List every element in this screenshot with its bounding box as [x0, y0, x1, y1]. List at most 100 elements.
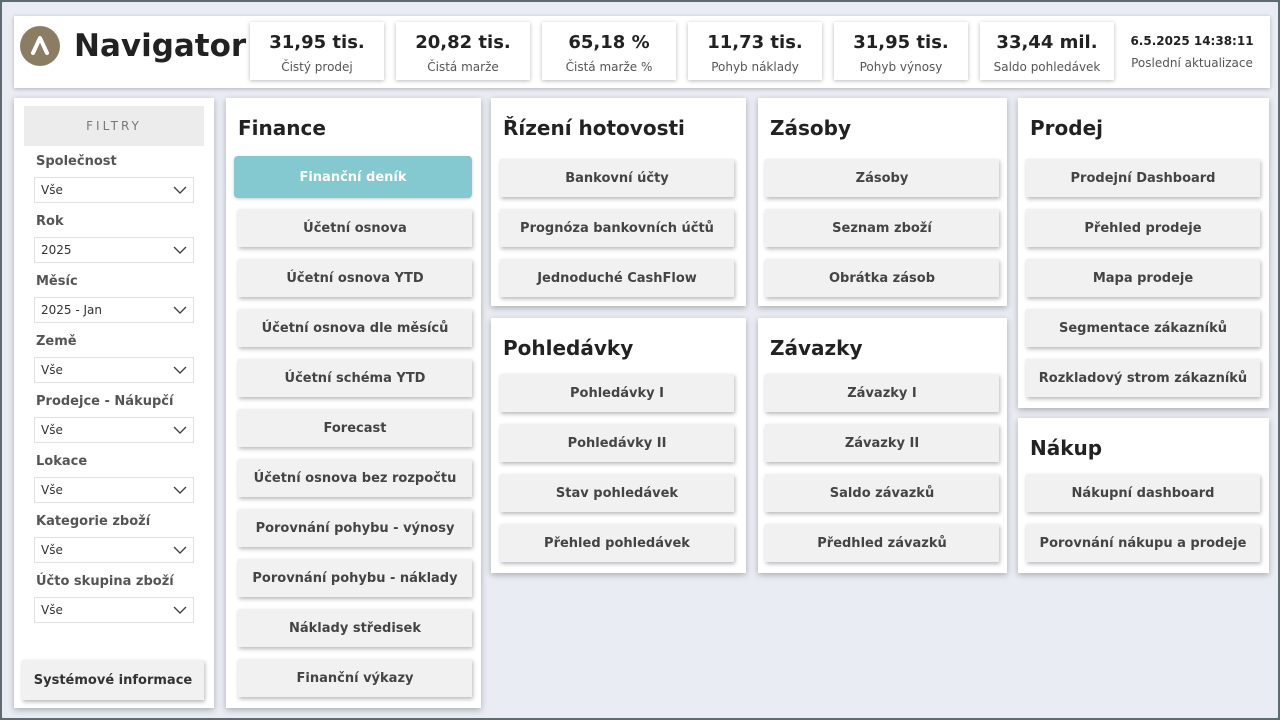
filter-label-year: Rok	[36, 214, 64, 229]
movement-revenue-button[interactable]: Porovnání pohybu - výnosy	[238, 509, 472, 547]
last-update-label: Poslední aktualizace	[1131, 56, 1253, 70]
kpi-label: Čistá marže %	[565, 60, 653, 74]
simple-cashflow-button[interactable]: Jednoduché CashFlow	[500, 259, 734, 297]
filters-panel: FILTRY Společnost Vše Rok 2025 Měsíc 202…	[14, 98, 214, 708]
forecast-button[interactable]: Forecast	[238, 409, 472, 447]
chart-of-accounts-no-budget-button[interactable]: Účetní osnova bez rozpočtu	[238, 459, 472, 497]
filter-value: Vše	[41, 543, 63, 557]
filter-select-year[interactable]: 2025	[34, 237, 194, 263]
kpi-card-net-margin: 20,82 tis. Čistá marže	[396, 22, 530, 80]
item-list-button[interactable]: Seznam zboží	[765, 209, 999, 247]
logo-icon	[20, 26, 60, 66]
filter-value: Vše	[41, 603, 63, 617]
app-title: Navigator	[74, 28, 247, 64]
movement-costs-button[interactable]: Porovnání pohybu - náklady	[238, 559, 472, 597]
accounting-scheme-ytd-button[interactable]: Účetní schéma YTD	[238, 359, 472, 397]
chevron-down-icon	[173, 186, 187, 194]
sales-overview-button[interactable]: Přehled prodeje	[1026, 209, 1260, 247]
kpi-label: Pohyb náklady	[711, 60, 799, 74]
kpi-label: Pohyb výnosy	[859, 60, 943, 74]
filter-label-location: Lokace	[36, 454, 88, 469]
bank-accounts-button[interactable]: Bankovní účty	[500, 159, 734, 197]
purchase-panel: Nákup Nákupní dashboard Porovnání nákupu…	[1018, 418, 1269, 573]
inventory-button[interactable]: Zásoby	[765, 159, 999, 197]
customer-segmentation-button[interactable]: Segmentace zákazníků	[1026, 309, 1260, 347]
financial-statements-button[interactable]: Finanční výkazy	[238, 659, 472, 697]
payables-2-button[interactable]: Závazky II	[765, 424, 999, 462]
kpi-value: 31,95 tis.	[269, 32, 365, 53]
app-canvas: Navigator 31,95 tis. Čistý prodej 20,82 …	[0, 0, 1280, 720]
inventory-turnover-button[interactable]: Obrátka zásob	[765, 259, 999, 297]
sales-dashboard-button[interactable]: Prodejní Dashboard	[1026, 159, 1260, 197]
filter-select-company[interactable]: Vše	[34, 177, 194, 203]
kpi-value: 65,18 %	[568, 32, 650, 53]
receivables-1-button[interactable]: Pohledávky I	[500, 374, 734, 412]
purchase-vs-sales-button[interactable]: Porovnání nákupu a prodeje	[1026, 524, 1260, 562]
cost-centers-button[interactable]: Náklady středisek	[238, 609, 472, 647]
receivables-overview-button[interactable]: Přehled pohledávek	[500, 524, 734, 562]
chevron-down-icon	[173, 426, 187, 434]
filter-value: 2025	[41, 243, 72, 257]
filter-select-country[interactable]: Vše	[34, 357, 194, 383]
customer-decomposition-tree-button[interactable]: Rozkladový strom zákazníků	[1026, 359, 1260, 397]
finance-title: Finance	[238, 116, 326, 140]
chart-of-accounts-monthly-button[interactable]: Účetní osnova dle měsíců	[238, 309, 472, 347]
filter-select-category[interactable]: Vše	[34, 537, 194, 563]
chevron-down-icon	[173, 366, 187, 374]
chevron-down-icon	[173, 246, 187, 254]
purchase-title: Nákup	[1030, 436, 1103, 460]
filter-label-month: Měsíc	[36, 274, 78, 289]
filter-value: Vše	[41, 483, 63, 497]
kpi-label: Saldo pohledávek	[993, 60, 1101, 74]
receivables-status-button[interactable]: Stav pohledávek	[500, 474, 734, 512]
filter-value: Vše	[41, 423, 63, 437]
finance-panel: Finance Finanční deník Účetní osnova Úče…	[226, 98, 481, 708]
payables-panel: Závazky Závazky I Závazky II Saldo závaz…	[758, 318, 1007, 573]
filter-select-account-group[interactable]: Vše	[34, 597, 194, 623]
purchase-dashboard-button[interactable]: Nákupní dashboard	[1026, 474, 1260, 512]
receivables-2-button[interactable]: Pohledávky II	[500, 424, 734, 462]
cash-title: Řízení hotovosti	[503, 116, 685, 140]
payables-balance-button[interactable]: Saldo závazků	[765, 474, 999, 512]
kpi-card-revenue-movement: 31,95 tis. Pohyb výnosy	[834, 22, 968, 80]
finance-journal-button[interactable]: Finanční deník	[234, 156, 472, 198]
chevron-down-icon	[173, 486, 187, 494]
chevron-down-icon	[173, 546, 187, 554]
payables-1-button[interactable]: Závazky I	[765, 374, 999, 412]
filter-select-month[interactable]: 2025 - Jan	[34, 297, 194, 323]
chart-of-accounts-button[interactable]: Účetní osnova	[238, 209, 472, 247]
payables-overview-button[interactable]: Předhled závazků	[765, 524, 999, 562]
system-info-button[interactable]: Systémové informace	[22, 660, 204, 700]
filter-value: Vše	[41, 183, 63, 197]
kpi-card-receivables-balance: 33,44 mil. Saldo pohledávek	[980, 22, 1114, 80]
kpi-card-net-sales: 31,95 tis. Čistý prodej	[250, 22, 384, 80]
payables-title: Závazky	[770, 336, 863, 360]
kpi-value: 31,95 tis.	[853, 32, 949, 53]
last-update: 6.5.2025 14:38:11 Poslední aktualizace	[1122, 34, 1262, 70]
receivables-title: Pohledávky	[503, 336, 634, 360]
chevron-down-icon	[173, 606, 187, 614]
filter-value: 2025 - Jan	[41, 303, 102, 317]
filter-label-salesperson: Prodejce - Nákupčí	[36, 394, 174, 409]
filters-title: FILTRY	[24, 106, 204, 146]
inventory-panel: Zásoby Zásoby Seznam zboží Obrátka zásob	[758, 98, 1007, 306]
chevron-down-icon	[173, 306, 187, 314]
kpi-card-net-margin-pct: 65,18 % Čistá marže %	[542, 22, 676, 80]
receivables-panel: Pohledávky Pohledávky I Pohledávky II St…	[491, 318, 746, 573]
kpi-value: 33,44 mil.	[996, 32, 1098, 53]
kpi-value: 20,82 tis.	[415, 32, 511, 53]
sales-title: Prodej	[1030, 116, 1103, 140]
kpi-label: Čistý prodej	[281, 60, 353, 74]
filter-label-account-group: Účto skupina zboží	[36, 574, 174, 589]
filter-value: Vše	[41, 363, 63, 377]
bank-forecast-button[interactable]: Prognóza bankovních účtů	[500, 209, 734, 247]
filter-select-salesperson[interactable]: Vše	[34, 417, 194, 443]
kpi-card-cost-movement: 11,73 tis. Pohyb náklady	[688, 22, 822, 80]
filter-label-category: Kategorie zboží	[36, 514, 151, 529]
sales-map-button[interactable]: Mapa prodeje	[1026, 259, 1260, 297]
chart-of-accounts-ytd-button[interactable]: Účetní osnova YTD	[238, 259, 472, 297]
inventory-title: Zásoby	[770, 116, 851, 140]
kpi-value: 11,73 tis.	[707, 32, 803, 53]
filter-label-company: Společnost	[36, 154, 117, 169]
filter-select-location[interactable]: Vše	[34, 477, 194, 503]
